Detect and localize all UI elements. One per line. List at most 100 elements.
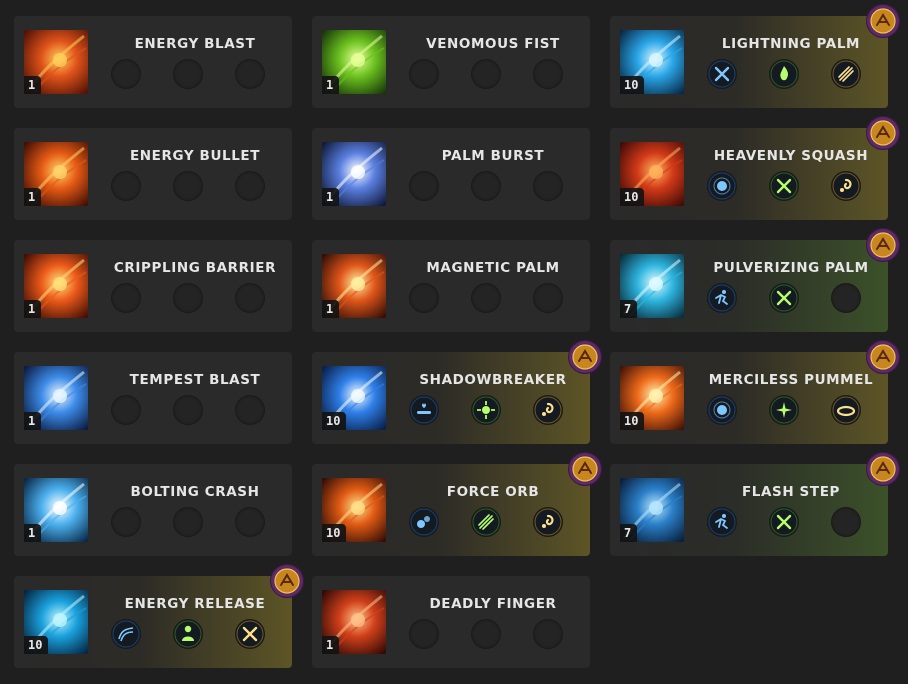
skill-card[interactable]: 10 HEAVENLY SQUASH [610,116,900,220]
skill-card[interactable]: 1 BOLTING CRASH [14,464,292,556]
gold-streak-tripod-icon[interactable] [831,59,861,89]
green-cross-tripod-icon[interactable] [769,171,799,201]
empty-tripod-slot[interactable] [173,507,203,537]
skill-card[interactable]: 1 PALM BURST [312,128,590,220]
empty-tripod-slot[interactable] [111,395,141,425]
skill-level-badge: 1 [24,300,42,318]
empty-tripod-slot[interactable] [235,507,265,537]
rune-icon[interactable] [866,4,900,38]
empty-tripod-slot[interactable] [111,507,141,537]
empty-tripod-slot[interactable] [235,283,265,313]
skill-level-badge: 1 [322,188,340,206]
green-streak-tripod-icon[interactable] [471,507,501,537]
skill-level-badge: 1 [322,300,340,318]
skill-card[interactable]: 10 ENERGY RELEASE [14,564,304,668]
skill-card[interactable]: 10 FORCE ORB [312,452,602,556]
green-cross-tripod-icon[interactable] [769,507,799,537]
skill-name: ENERGY BULLET [129,148,261,164]
gold-cross-tripod-icon[interactable] [235,619,265,649]
rune-icon[interactable] [568,340,602,374]
green-burst-tripod-icon[interactable] [471,395,501,425]
skill-level-badge: 1 [24,188,42,206]
skill-name: MERCILESS PUMMEL [708,372,874,388]
empty-tripod-slot[interactable] [471,171,501,201]
empty-tripod-slot[interactable] [409,619,439,649]
empty-tripod-slot[interactable] [173,171,203,201]
gold-swirl-tripod-icon[interactable] [533,507,563,537]
rune-icon[interactable] [866,116,900,150]
blue-gauge-tripod-icon[interactable] [409,395,439,425]
skill-level-badge: 10 [620,412,645,430]
skill-name: FLASH STEP [741,484,841,500]
skill-level-badge: 7 [620,524,638,542]
empty-tripod-slot[interactable] [409,171,439,201]
skill-card[interactable]: 1 TEMPEST BLAST [14,352,292,444]
empty-tripod-slot[interactable] [111,171,141,201]
empty-tripod-slot[interactable] [471,283,501,313]
blue-orb-tripod-icon[interactable] [707,171,737,201]
green-flame-tripod-icon[interactable] [769,59,799,89]
skill-card[interactable]: 10 MERCILESS PUMMEL [610,340,900,444]
empty-tripod-slot[interactable] [173,395,203,425]
rune-icon[interactable] [866,452,900,486]
green-cross-tripod-icon[interactable] [769,283,799,313]
empty-tripod-slot[interactable] [235,59,265,89]
skill-name: LIGHTNING PALM [721,36,861,52]
empty-tripod-slot[interactable] [235,171,265,201]
skill-card[interactable]: 1 ENERGY BULLET [14,128,292,220]
skill-name: CRIPPLING BARRIER [113,260,277,276]
blue-bubbles-tripod-icon[interactable] [409,507,439,537]
blue-wave-tripod-icon[interactable] [111,619,141,649]
empty-tripod-slot[interactable] [235,395,265,425]
skill-level-badge: 7 [620,300,638,318]
blue-orb-tripod-icon[interactable] [707,395,737,425]
rune-icon[interactable] [270,564,304,598]
skill-level-badge: 1 [322,636,340,654]
empty-tripod-slot[interactable] [533,171,563,201]
skill-card[interactable]: 10 LIGHTNING PALM [610,4,900,108]
empty-tripod-slot[interactable] [533,59,563,89]
gold-ring-tripod-icon[interactable] [831,395,861,425]
empty-tripod-slot[interactable] [471,619,501,649]
skill-card[interactable]: 1 VENOMOUS FIST [312,16,590,108]
skill-level-badge: 1 [24,412,42,430]
skill-name: TEMPEST BLAST [129,372,261,388]
gold-swirl-tripod-icon[interactable] [831,171,861,201]
gold-swirl-tripod-icon[interactable] [533,395,563,425]
skill-name: FORCE ORB [446,484,540,500]
green-spark-tripod-icon[interactable] [769,395,799,425]
skill-level-badge: 1 [24,76,42,94]
blue-runner-tripod-icon[interactable] [707,283,737,313]
empty-tripod-slot[interactable] [409,283,439,313]
empty-tripod-slot[interactable] [533,619,563,649]
green-figure-tripod-icon[interactable] [173,619,203,649]
skill-card[interactable]: 7 PULVERIZING PALM [610,228,900,332]
skill-name: DEADLY FINGER [429,596,557,612]
empty-tripod-slot[interactable] [471,59,501,89]
skill-card[interactable]: 1 CRIPPLING BARRIER [14,240,292,332]
empty-tripod-slot[interactable] [831,507,861,537]
skill-card[interactable]: 1 MAGNETIC PALM [312,240,590,332]
blue-runner-tripod-icon[interactable] [707,507,737,537]
empty-tripod-slot[interactable] [173,283,203,313]
skill-card[interactable]: 7 FLASH STEP [610,452,900,556]
rune-icon[interactable] [568,452,602,486]
empty-tripod-slot[interactable] [111,283,141,313]
empty-tripod-slot[interactable] [111,59,141,89]
empty-tripod-slot[interactable] [831,283,861,313]
empty-tripod-slot[interactable] [173,59,203,89]
blue-cross-tripod-icon[interactable] [707,59,737,89]
skill-name: ENERGY BLAST [134,36,256,52]
empty-tripod-slot[interactable] [533,283,563,313]
skill-name: MAGNETIC PALM [426,260,560,276]
rune-icon[interactable] [866,340,900,374]
skill-name: VENOMOUS FIST [426,36,560,52]
skill-card[interactable]: 1 ENERGY BLAST [14,16,292,108]
skill-name: PALM BURST [441,148,545,164]
empty-tripod-slot[interactable] [409,59,439,89]
rune-icon[interactable] [866,228,900,262]
skill-card[interactable]: 1 DEADLY FINGER [312,576,590,668]
skill-level-badge: 10 [322,524,347,542]
skill-card[interactable]: 10 SHADOWBREAKER [312,340,602,444]
skill-name: HEAVENLY SQUASH [713,148,869,164]
